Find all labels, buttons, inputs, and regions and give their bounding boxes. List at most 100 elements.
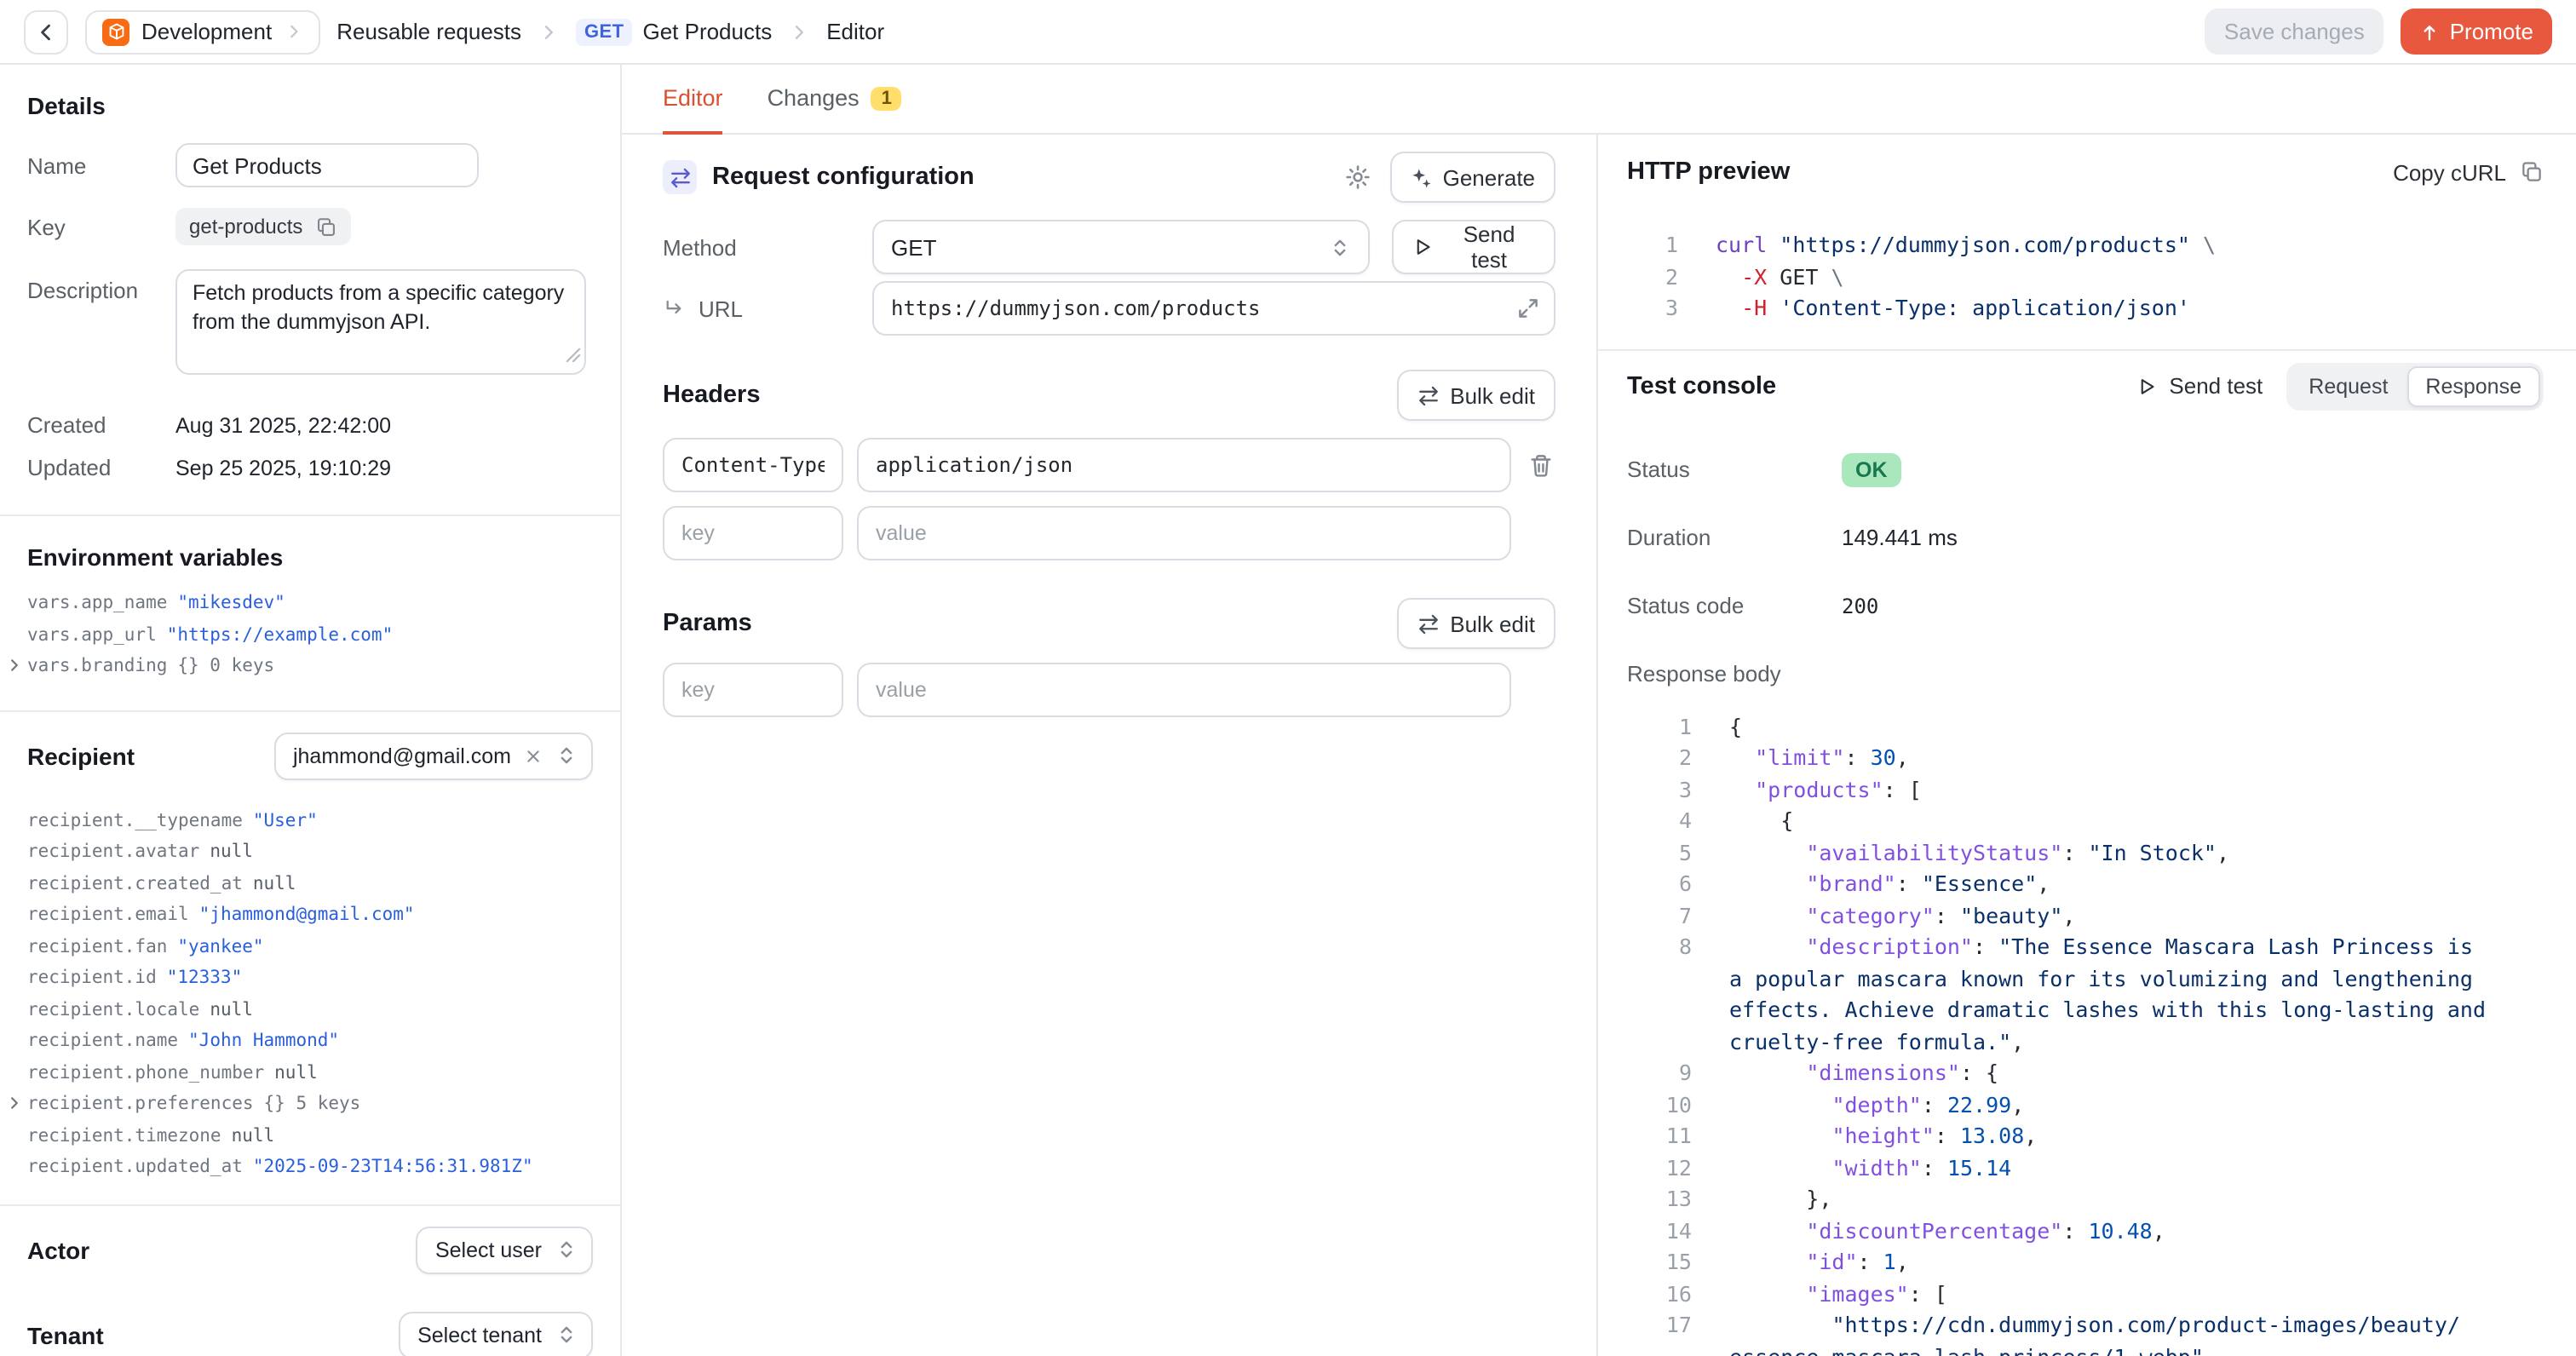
line-number: 13 [1627, 1184, 1692, 1215]
tenant-title: Tenant [27, 1321, 104, 1348]
headers-bulk-edit-button[interactable]: Bulk edit [1397, 370, 1555, 421]
header-row [663, 438, 1555, 492]
code-text: "limit": 30, [1729, 743, 1909, 774]
line-number [1627, 995, 1692, 1026]
variable-key: vars.app_url [27, 619, 157, 651]
line-number: 2 [1627, 261, 1678, 293]
divider [0, 1204, 620, 1205]
delete-header-button[interactable] [1525, 452, 1555, 478]
variable-value: "User" [253, 805, 318, 836]
actor-select[interactable]: Select user [417, 1226, 593, 1273]
http-preview-code: 1curl "https://dummyjson.com/products" \… [1627, 230, 2544, 325]
code-text: "dimensions": { [1729, 1058, 1998, 1089]
copy-curl-button[interactable]: Copy cURL [2393, 159, 2544, 185]
environment-variables-list: vars.app_name"mikesdev"vars.app_url"http… [27, 588, 593, 682]
code-text: "category": "beauty", [1729, 900, 2075, 932]
url-input[interactable] [872, 281, 1555, 336]
header-key-input[interactable] [663, 438, 843, 492]
copy-icon[interactable] [314, 215, 336, 238]
description-textarea[interactable]: Fetch products from a specific category … [175, 269, 586, 375]
console-send-test-label: Send test [2169, 373, 2263, 399]
save-changes-button[interactable]: Save changes [2205, 9, 2383, 55]
url-row: URL [663, 281, 1555, 336]
tab-editor[interactable]: Editor [663, 65, 723, 135]
resize-grip-icon[interactable] [566, 342, 581, 368]
param-row-empty [663, 663, 1555, 717]
variable-value: null [253, 868, 296, 899]
variable-row: recipient.updated_at"2025-09-23T14:56:31… [27, 1152, 593, 1183]
swap-arrows-icon [663, 160, 697, 194]
method-select[interactable]: GET [872, 220, 1370, 274]
variable-value: "John Hammond" [188, 1026, 339, 1057]
console-send-test-button[interactable]: Send test [2136, 373, 2263, 399]
variable-row[interactable]: vars.branding{} 0 keys [27, 651, 593, 682]
code-line: 3 "products": [ [1627, 774, 2544, 806]
chevron-up-down-icon [1329, 236, 1351, 258]
name-field-row: Name [27, 143, 593, 187]
line-number [1627, 1026, 1692, 1058]
variable-key: recipient.updated_at [27, 1152, 243, 1183]
promote-button[interactable]: Promote [2401, 9, 2552, 55]
code-text: }, [1729, 1184, 1831, 1215]
variable-value: "yankee" [177, 931, 263, 962]
trash-icon [1527, 452, 1553, 478]
code-text: { [1729, 806, 1793, 837]
chevron-right-icon[interactable] [7, 1095, 22, 1111]
toggle-request[interactable]: Request [2290, 365, 2406, 406]
variable-row: recipient.created_atnull [27, 868, 593, 899]
code-line: effects. Achieve dramatic lashes with th… [1627, 995, 2544, 1026]
variable-key: recipient.phone_number [27, 1057, 264, 1089]
tab-changes-label: Changes [768, 85, 860, 111]
chevron-right-icon [789, 21, 809, 42]
params-section-header: Params Bulk edit [663, 598, 1555, 649]
header-value-input[interactable] [857, 438, 1511, 492]
param-key-input[interactable] [663, 663, 843, 717]
promote-icon [2419, 21, 2440, 42]
request-configuration-title: Request configuration [712, 164, 1325, 191]
settings-button[interactable] [1341, 160, 1375, 194]
variable-value: {} 0 keys [177, 651, 274, 682]
recipient-select[interactable]: jhammond@gmail.com [274, 732, 593, 779]
name-input[interactable] [175, 143, 479, 187]
status-row: Status OK [1627, 452, 2544, 486]
variable-row: recipient.id"12333" [27, 962, 593, 994]
toggle-response[interactable]: Response [2406, 365, 2540, 406]
description-label: Description [27, 269, 175, 303]
send-test-button[interactable]: Send test [1392, 220, 1555, 274]
details-title: Details [27, 92, 593, 119]
chevron-up-down-icon [555, 1324, 578, 1346]
tenant-select[interactable]: Select tenant [399, 1311, 593, 1356]
code-text: a popular mascara known for its volumizi… [1729, 963, 2473, 995]
variable-key: recipient.timezone [27, 1120, 221, 1152]
variable-key: vars.app_name [27, 588, 167, 619]
code-line: 11 "height": 13.08, [1627, 1121, 2544, 1152]
tab-bar: Editor Changes 1 [622, 65, 2576, 135]
header-key-input[interactable] [663, 506, 843, 560]
status-badge: OK [1842, 452, 1901, 486]
request-editor-panel: Request configuration Generate [622, 135, 1596, 1356]
back-button[interactable] [24, 9, 68, 54]
line-number [1627, 1342, 1692, 1356]
response-body-code: 1{2 "limit": 30,3 "products": [4 {5 "ava… [1627, 711, 2544, 1356]
variable-row: recipient.timezonenull [27, 1120, 593, 1152]
params-bulk-edit-button[interactable]: Bulk edit [1397, 598, 1555, 649]
divider [1598, 348, 2576, 350]
tab-changes[interactable]: Changes 1 [768, 65, 902, 135]
send-test-label: Send test [1443, 221, 1535, 273]
breadcrumb-environment[interactable]: Development [85, 9, 319, 54]
variable-row[interactable]: recipient.preferences{} 5 keys [27, 1089, 593, 1120]
chevron-right-icon[interactable] [7, 658, 22, 673]
code-line: 2 -X GET \ [1627, 261, 2544, 293]
expand-icon[interactable] [1516, 296, 1540, 320]
generate-button[interactable]: Generate [1390, 152, 1555, 203]
breadcrumb-section[interactable]: Reusable requests [336, 19, 521, 44]
duration-row: Duration 149.441 ms [1627, 520, 2544, 554]
code-line: 15 "id": 1, [1627, 1247, 2544, 1278]
breadcrumb-request[interactable]: GET Get Products [576, 18, 772, 45]
status-code-label: Status code [1627, 593, 1842, 618]
clear-icon[interactable] [525, 747, 542, 764]
test-console-title: Test console [1627, 372, 2136, 399]
header-value-input[interactable] [857, 506, 1511, 560]
param-value-input[interactable] [857, 663, 1511, 717]
code-line: 10 "depth": 22.99, [1627, 1089, 2544, 1121]
